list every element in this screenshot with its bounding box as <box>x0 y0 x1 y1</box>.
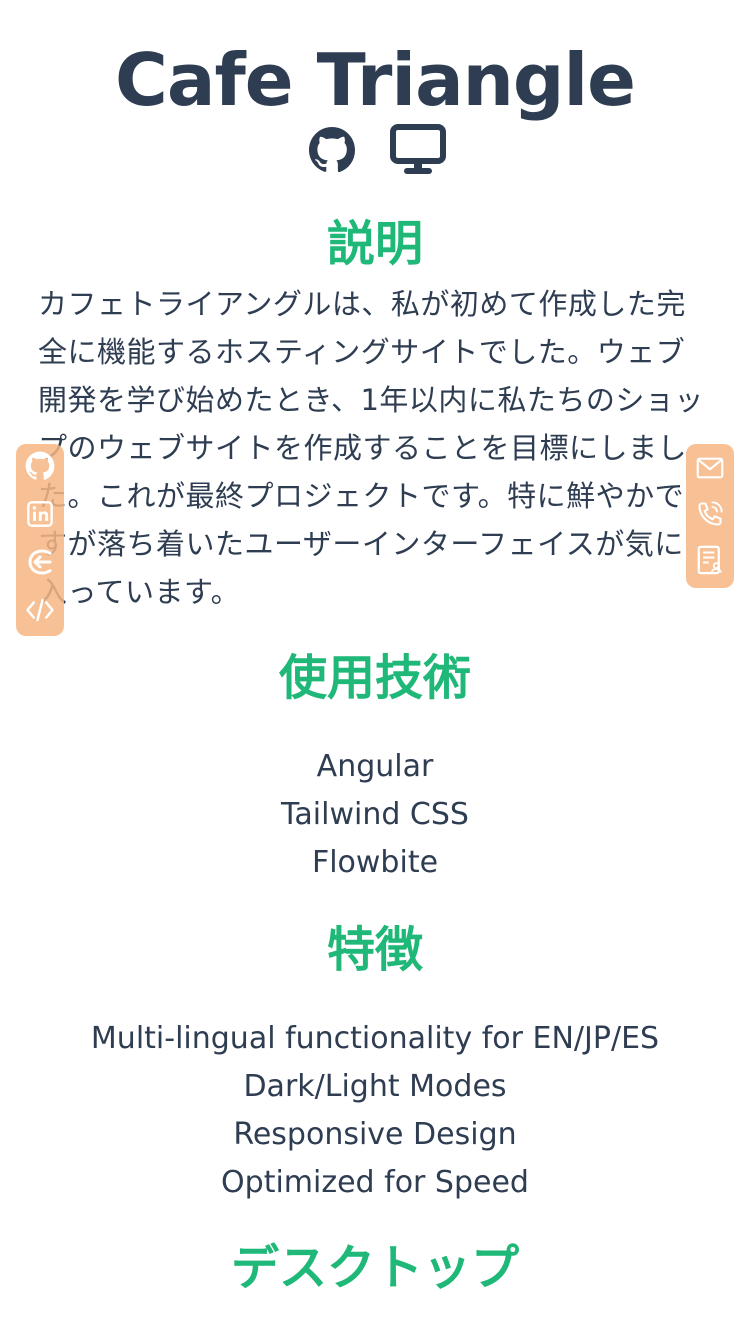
project-links <box>0 124 750 180</box>
description-text: カフェトライアングルは、私が初めて作成した完全に機能するホスティングサイトでした… <box>38 287 704 609</box>
sidebar-linkedin-link[interactable] <box>22 498 58 534</box>
github-link[interactable] <box>304 124 360 180</box>
live-site-link[interactable] <box>390 124 446 180</box>
description-heading: 説明 <box>326 216 423 272</box>
phone-icon <box>696 500 724 532</box>
features-list: Multi-lingual functionality for EN/JP/ES… <box>0 1015 750 1207</box>
desktop-heading: デスクトップ <box>230 1240 519 1296</box>
monitor-icon <box>390 124 446 180</box>
mail-icon <box>696 456 724 484</box>
project-title: Cafe Triangle <box>115 38 636 122</box>
code-icon <box>25 597 55 627</box>
github-icon <box>308 126 356 178</box>
tech-heading: 使用技術 <box>278 650 471 706</box>
features-heading: 特徴 <box>326 922 423 978</box>
sidebar-resume-link[interactable] <box>692 544 728 580</box>
sidebar-code-link[interactable] <box>22 594 58 630</box>
social-sidebar-left <box>16 444 64 636</box>
sidebar-mail-link[interactable] <box>692 452 728 488</box>
feature-item: Dark/Light Modes <box>243 1069 507 1104</box>
linkedin-icon <box>26 500 54 532</box>
feature-item: Responsive Design <box>233 1117 517 1152</box>
feature-item: Optimized for Speed <box>221 1165 529 1200</box>
sidebar-github-link[interactable] <box>22 450 58 486</box>
tech-item: Flowbite <box>311 845 439 880</box>
contact-sidebar-right <box>686 444 734 588</box>
sidebar-blog-link[interactable] <box>22 546 58 582</box>
project-page: Cafe Triangle 説明 カフェトライアングルは、私が初めて作成した完全… <box>0 0 750 1334</box>
sidebar-phone-link[interactable] <box>692 498 728 534</box>
feature-item: Multi-lingual functionality for EN/JP/ES <box>90 1021 660 1056</box>
tech-item: Tailwind CSS <box>281 797 469 832</box>
github-icon <box>25 451 55 485</box>
tech-list: Angular Tailwind CSS Flowbite <box>0 743 750 887</box>
resume-icon <box>696 545 724 579</box>
blog-icon <box>25 547 55 581</box>
tech-item: Angular <box>316 749 434 784</box>
